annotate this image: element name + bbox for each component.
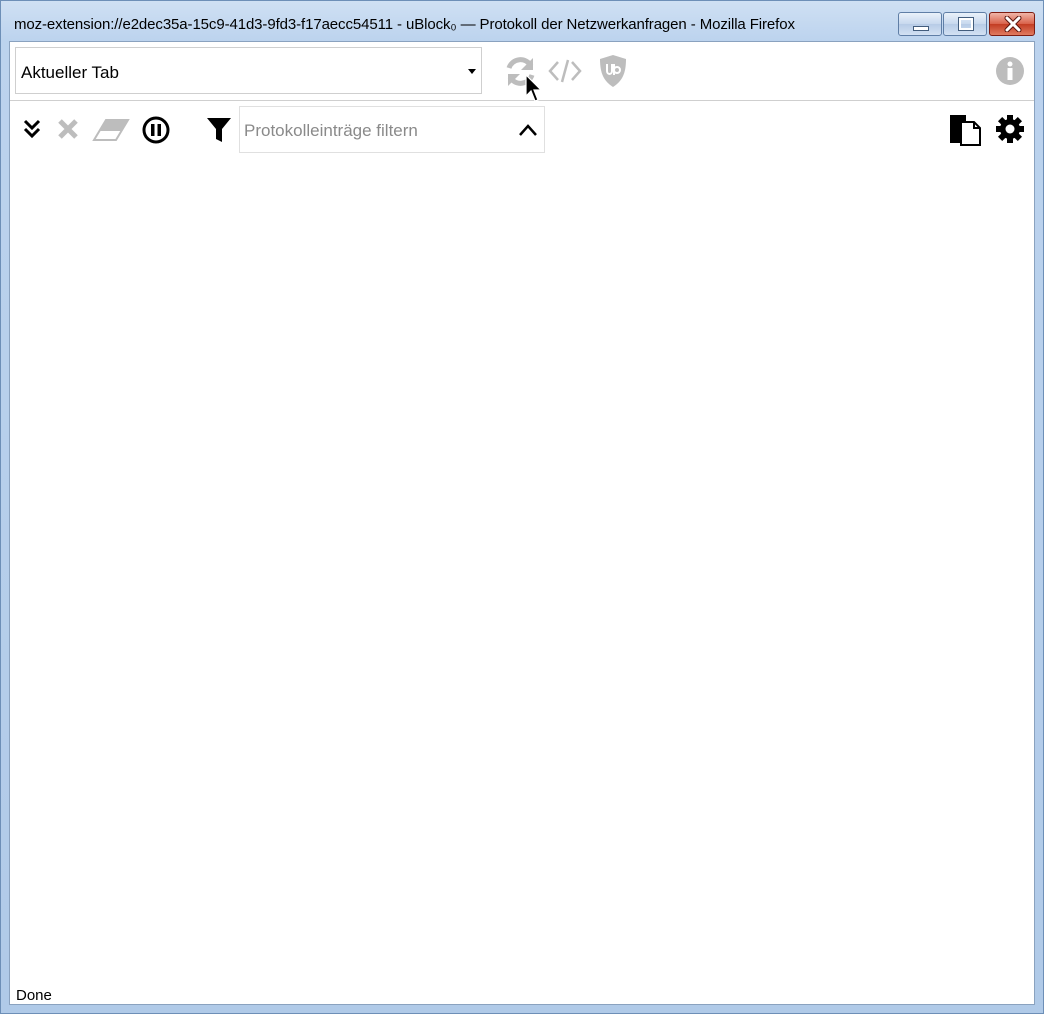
filter-field[interactable] <box>239 106 545 153</box>
clear-icon[interactable] <box>57 118 79 140</box>
filter-toolbar <box>10 101 1034 157</box>
maximize-button[interactable] <box>943 12 987 36</box>
chevron-up-icon[interactable] <box>518 123 538 137</box>
chevron-down-icon <box>468 69 476 74</box>
close-button[interactable] <box>989 12 1035 36</box>
minimize-button[interactable] <box>898 12 942 36</box>
status-text: Done <box>16 987 52 1004</box>
pause-icon[interactable] <box>142 116 170 144</box>
filter-icon[interactable] <box>206 116 232 144</box>
mouse-cursor-icon <box>525 74 543 102</box>
tab-selector-value: Aktueller Tab <box>21 63 119 82</box>
expand-all-icon[interactable] <box>22 118 42 140</box>
ublock-shield-icon[interactable] <box>598 54 628 88</box>
eraser-icon[interactable] <box>92 118 130 142</box>
copy-icon[interactable] <box>948 113 982 147</box>
window-title: moz-extension://e2dec35a-15c9-41d3-9fd3-… <box>14 16 795 33</box>
info-icon[interactable] <box>995 56 1025 86</box>
title-bar: moz-extension://e2dec35a-15c9-41d3-9fd3-… <box>1 1 1043 41</box>
code-icon[interactable] <box>548 57 582 85</box>
browser-window: moz-extension://e2dec35a-15c9-41d3-9fd3-… <box>0 0 1044 1014</box>
tab-selector[interactable]: Aktueller Tab <box>15 47 482 94</box>
logger-page: Aktueller Tab Protokolleinträge filtern … <box>9 41 1035 1005</box>
gear-icon[interactable] <box>995 114 1025 144</box>
filter-input[interactable] <box>242 115 506 147</box>
close-icon <box>1004 16 1022 32</box>
top-toolbar: Aktueller Tab <box>10 42 1034 101</box>
